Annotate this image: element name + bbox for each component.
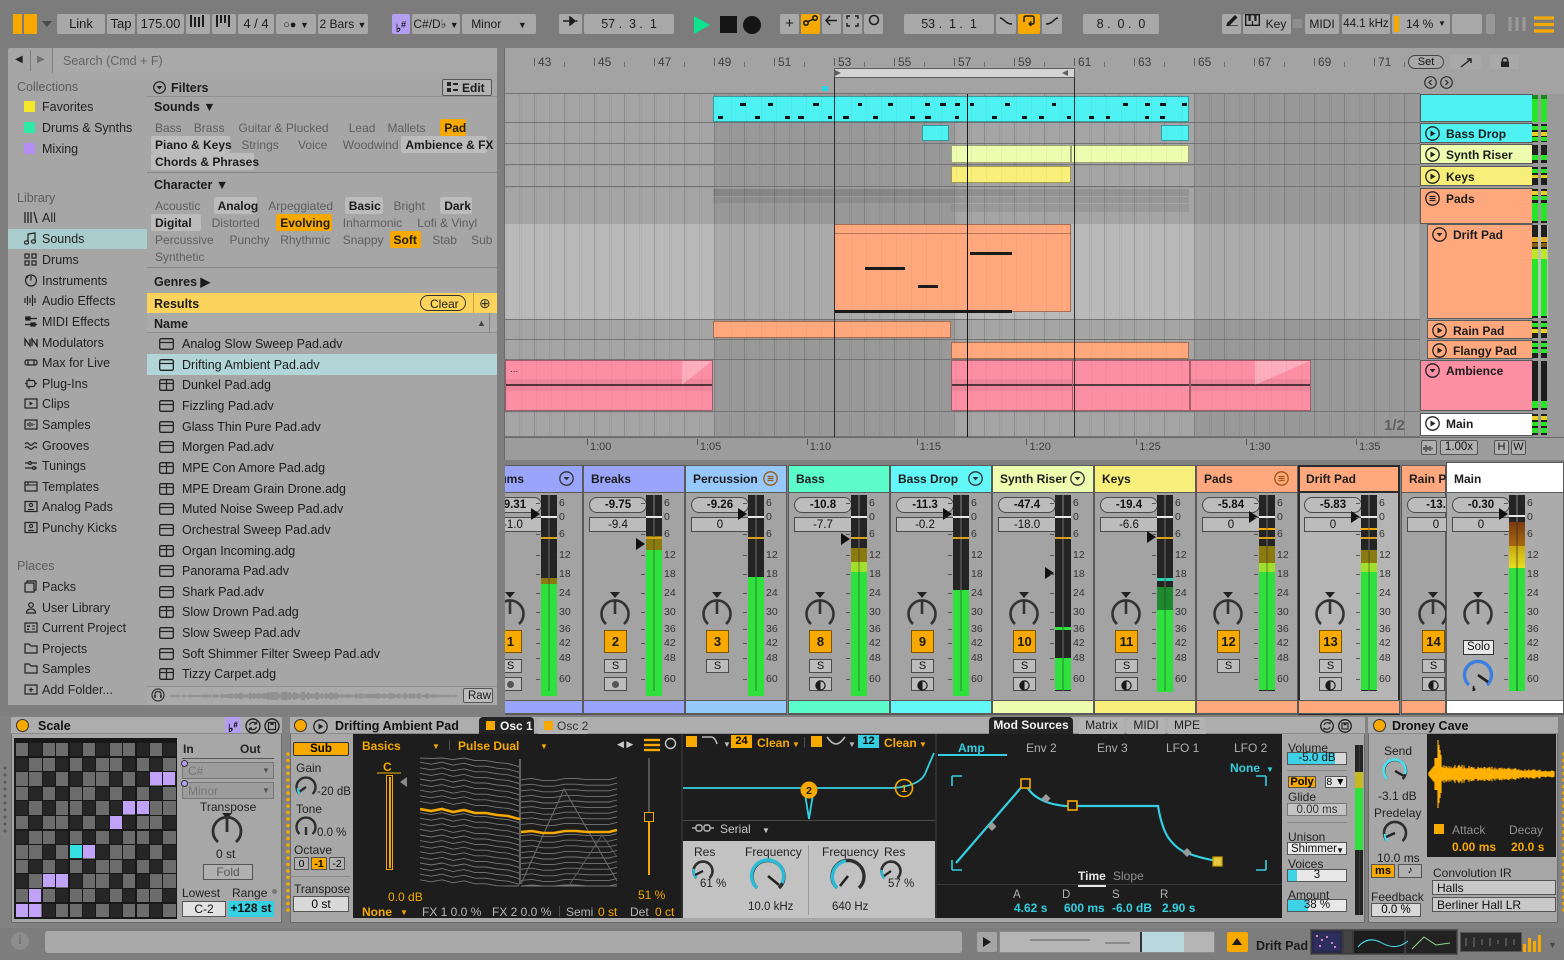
svg-text:2: 2 — [806, 785, 812, 797]
svg-text:1: 1 — [901, 783, 907, 795]
